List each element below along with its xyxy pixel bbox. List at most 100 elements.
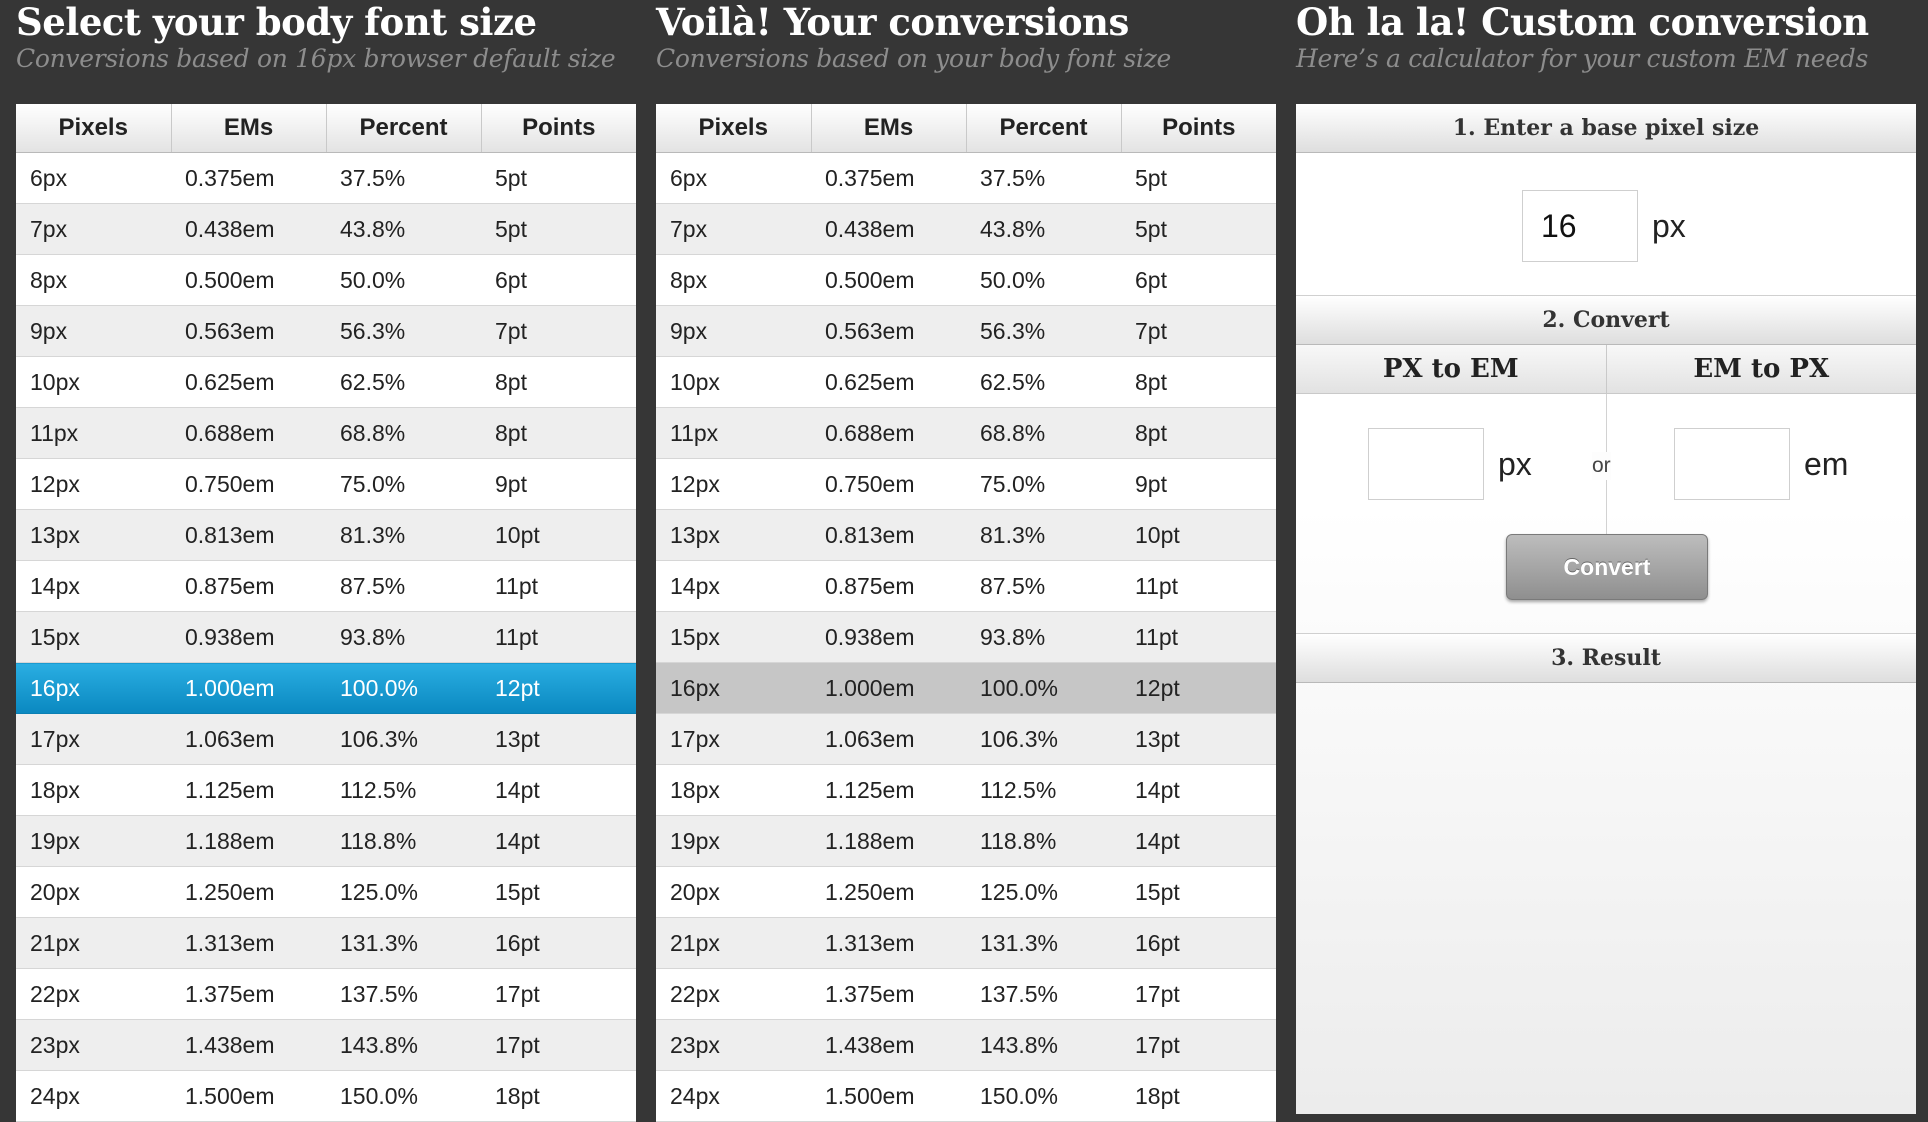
col-header-ems: EMs bbox=[171, 104, 327, 153]
percent-cell: 112.5% bbox=[326, 764, 481, 816]
table-row[interactable]: 21px 1.313em 131.3% 16pt bbox=[16, 917, 636, 969]
points-cell: 16pt bbox=[1121, 917, 1276, 969]
points-cell: 13pt bbox=[1121, 713, 1276, 765]
pixels-cell: 15px bbox=[656, 611, 811, 663]
percent-cell: 106.3% bbox=[966, 713, 1121, 765]
pixels-cell: 22px bbox=[656, 968, 811, 1020]
tab-em-to-px[interactable]: EM to PX bbox=[1606, 345, 1916, 393]
percent-cell: 50.0% bbox=[326, 254, 481, 306]
table-row: 19px 1.188em 118.8% 14pt bbox=[656, 815, 1276, 867]
result-area bbox=[1296, 683, 1916, 1083]
percent-cell: 75.0% bbox=[326, 458, 481, 510]
tab-px-to-em[interactable]: PX to EM bbox=[1296, 345, 1607, 393]
col-header-pixels: Pixels bbox=[656, 104, 812, 153]
percent-cell: 131.3% bbox=[326, 917, 481, 969]
base-pixel-input[interactable]: 16 bbox=[1522, 190, 1638, 262]
pixels-cell: 9px bbox=[16, 305, 171, 357]
table-row[interactable]: 17px 1.063em 106.3% 13pt bbox=[16, 713, 636, 765]
percent-cell: 118.8% bbox=[966, 815, 1121, 867]
pixels-cell: 19px bbox=[656, 815, 811, 867]
table-row[interactable]: 12px 0.750em 75.0% 9pt bbox=[16, 458, 636, 510]
table-row[interactable]: 23px 1.438em 143.8% 17pt bbox=[16, 1019, 636, 1071]
ems-cell: 1.250em bbox=[811, 866, 966, 918]
pixels-cell: 21px bbox=[16, 917, 171, 969]
table-row[interactable]: 13px 0.813em 81.3% 10pt bbox=[16, 509, 636, 561]
percent-cell: 93.8% bbox=[966, 611, 1121, 663]
table-row[interactable]: 10px 0.625em 62.5% 8pt bbox=[16, 356, 636, 408]
table-row: 21px 1.313em 131.3% 16pt bbox=[656, 917, 1276, 969]
ems-cell: 1.063em bbox=[171, 713, 326, 765]
points-cell: 12pt bbox=[481, 662, 636, 714]
table-row[interactable]: 20px 1.250em 125.0% 15pt bbox=[16, 866, 636, 918]
ems-cell: 1.438em bbox=[171, 1019, 326, 1071]
ems-cell: 0.438em bbox=[811, 203, 966, 255]
table-row[interactable]: 11px 0.688em 68.8% 8pt bbox=[16, 407, 636, 459]
percent-cell: 81.3% bbox=[966, 509, 1121, 561]
table-row: 12px 0.750em 75.0% 9pt bbox=[656, 458, 1276, 510]
em-value-input[interactable] bbox=[1674, 428, 1790, 500]
ems-cell: 1.188em bbox=[811, 815, 966, 867]
table-row[interactable]: 14px 0.875em 87.5% 11pt bbox=[16, 560, 636, 612]
table-row: 11px 0.688em 68.8% 8pt bbox=[656, 407, 1276, 459]
percent-cell: 137.5% bbox=[326, 968, 481, 1020]
pixels-cell: 15px bbox=[16, 611, 171, 663]
percent-cell: 43.8% bbox=[326, 203, 481, 255]
points-cell: 14pt bbox=[1121, 764, 1276, 816]
percent-cell: 75.0% bbox=[966, 458, 1121, 510]
points-cell: 5pt bbox=[481, 203, 636, 255]
table-row[interactable]: 18px 1.125em 112.5% 14pt bbox=[16, 764, 636, 816]
table-row[interactable]: 15px 0.938em 93.8% 11pt bbox=[16, 611, 636, 663]
table-row[interactable]: 19px 1.188em 118.8% 14pt bbox=[16, 815, 636, 867]
table-row: 7px 0.438em 43.8% 5pt bbox=[656, 203, 1276, 255]
custom-subtitle: Here’s a calculator for your custom EM n… bbox=[1296, 44, 1868, 73]
ems-cell: 0.875em bbox=[171, 560, 326, 612]
points-cell: 15pt bbox=[481, 866, 636, 918]
table-row[interactable]: 6px 0.375em 37.5% 5pt bbox=[16, 152, 636, 204]
or-separator: or bbox=[1592, 452, 1611, 480]
points-cell: 12pt bbox=[1121, 662, 1276, 714]
col-header-points: Points bbox=[481, 104, 636, 153]
points-cell: 17pt bbox=[481, 968, 636, 1020]
step2-heading: 2. Convert bbox=[1296, 295, 1916, 345]
select-title: Select your body font size bbox=[16, 0, 537, 44]
table-row[interactable]: 22px 1.375em 137.5% 17pt bbox=[16, 968, 636, 1020]
percent-cell: 62.5% bbox=[966, 356, 1121, 408]
calculator-panel: 1. Enter a base pixel size 16 px 2. Conv… bbox=[1296, 104, 1916, 1114]
table-header-row: Pixels EMs Percent Points bbox=[656, 104, 1276, 153]
table-row: 8px 0.500em 50.0% 6pt bbox=[656, 254, 1276, 306]
points-cell: 8pt bbox=[481, 407, 636, 459]
ems-cell: 0.375em bbox=[171, 152, 326, 204]
table-row: 10px 0.625em 62.5% 8pt bbox=[656, 356, 1276, 408]
pixels-cell: 21px bbox=[656, 917, 811, 969]
table-row: 20px 1.250em 125.0% 15pt bbox=[656, 866, 1276, 918]
table-row[interactable]: 8px 0.500em 50.0% 6pt bbox=[16, 254, 636, 306]
percent-cell: 43.8% bbox=[966, 203, 1121, 255]
points-cell: 15pt bbox=[1121, 866, 1276, 918]
step3-heading: 3. Result bbox=[1296, 633, 1916, 683]
points-cell: 8pt bbox=[1121, 407, 1276, 459]
pixels-cell: 17px bbox=[656, 713, 811, 765]
ems-cell: 1.125em bbox=[811, 764, 966, 816]
percent-cell: 87.5% bbox=[326, 560, 481, 612]
ems-cell: 0.938em bbox=[171, 611, 326, 663]
ems-cell: 0.688em bbox=[811, 407, 966, 459]
step1-heading: 1. Enter a base pixel size bbox=[1296, 104, 1916, 153]
select-subtitle: Conversions based on 16px browser defaul… bbox=[16, 44, 616, 73]
points-cell: 9pt bbox=[1121, 458, 1276, 510]
table-row[interactable]: 16px 1.000em 100.0% 12pt bbox=[16, 662, 636, 714]
percent-cell: 56.3% bbox=[966, 305, 1121, 357]
percent-cell: 137.5% bbox=[966, 968, 1121, 1020]
table-row: 18px 1.125em 112.5% 14pt bbox=[656, 764, 1276, 816]
px-value-input[interactable] bbox=[1368, 428, 1484, 500]
pixels-cell: 18px bbox=[656, 764, 811, 816]
base-px-unit: px bbox=[1652, 208, 1686, 244]
col-header-points: Points bbox=[1121, 104, 1276, 153]
points-cell: 5pt bbox=[1121, 203, 1276, 255]
table-row[interactable]: 7px 0.438em 43.8% 5pt bbox=[16, 203, 636, 255]
ems-cell: 1.375em bbox=[811, 968, 966, 1020]
ems-cell: 0.938em bbox=[811, 611, 966, 663]
convert-button[interactable]: Convert bbox=[1506, 534, 1708, 600]
ems-cell: 0.750em bbox=[171, 458, 326, 510]
points-cell: 14pt bbox=[481, 815, 636, 867]
table-row[interactable]: 9px 0.563em 56.3% 7pt bbox=[16, 305, 636, 357]
